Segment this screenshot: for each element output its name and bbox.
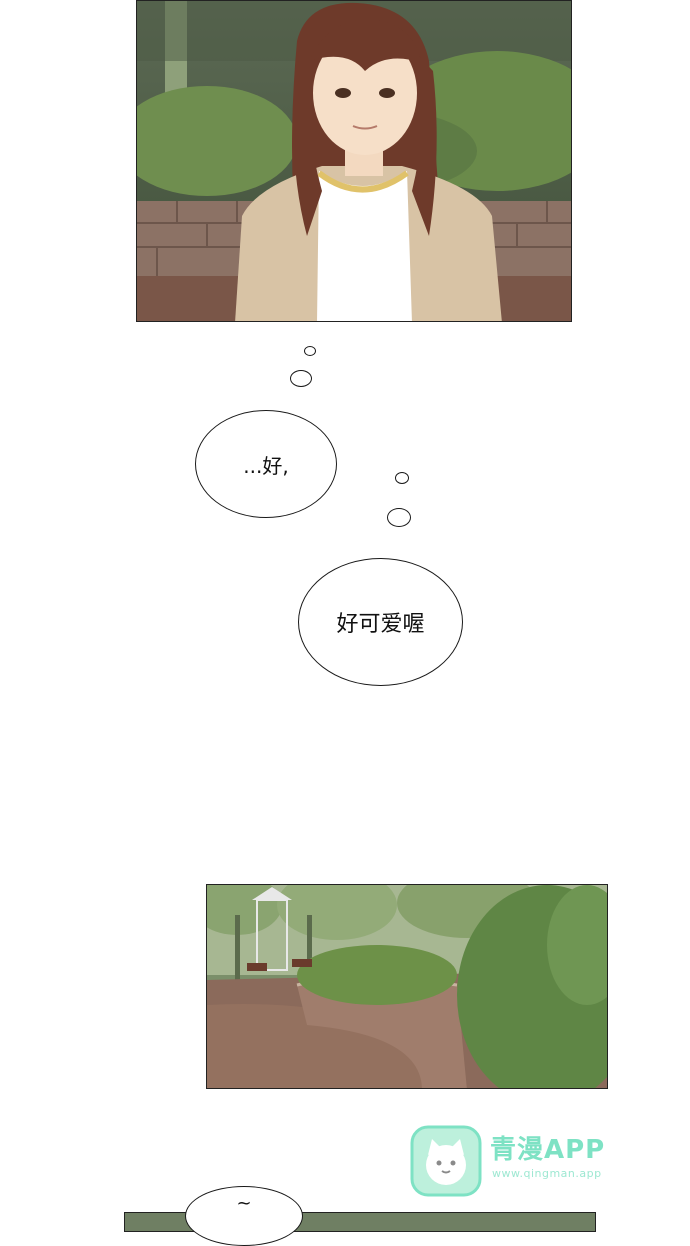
thought-dot-small xyxy=(304,346,316,356)
watermark-url: www.qingman.app xyxy=(492,1167,602,1180)
thought-dot-small xyxy=(395,472,409,484)
watermark-brand: 青漫APP xyxy=(490,1135,606,1165)
cat-icon xyxy=(410,1125,482,1197)
watermark: 青漫APP www.qingman.app xyxy=(410,1125,670,1197)
bubble-text-bottom: ~ xyxy=(236,1193,252,1214)
bubble-text-first: ...好, xyxy=(243,453,289,478)
bubble-text-second: 好可爱喔 xyxy=(336,612,425,637)
speech-bubble-first: ...好, xyxy=(195,410,337,518)
comic-panel-park xyxy=(206,884,608,1089)
thought-dot-large xyxy=(290,370,312,387)
comic-panel-girl xyxy=(136,0,572,322)
thought-dot-large xyxy=(387,508,411,527)
girl-illustration xyxy=(137,1,571,321)
speech-bubble-second: 好可爱喔 xyxy=(298,558,463,686)
park-illustration xyxy=(207,885,607,1088)
speech-bubble-bottom: ~ xyxy=(185,1186,303,1246)
